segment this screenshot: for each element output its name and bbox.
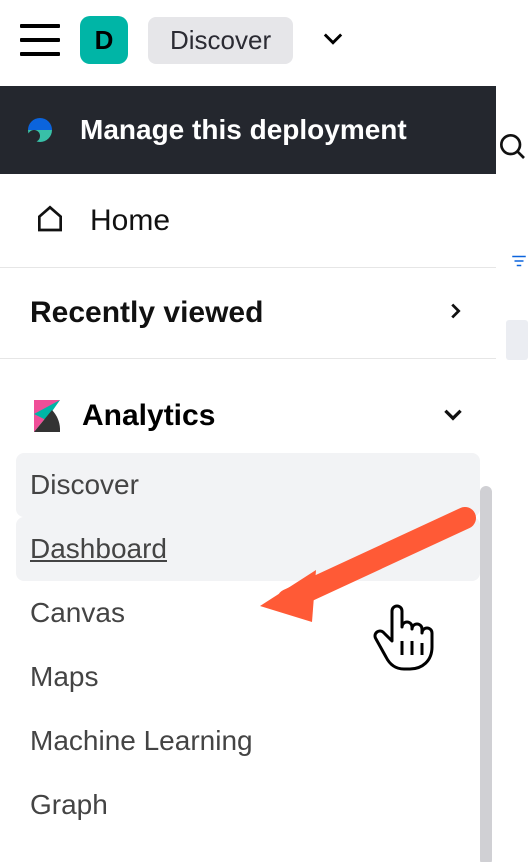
home-icon — [34, 202, 66, 239]
nav-item-dashboard[interactable]: Dashboard — [16, 517, 480, 581]
breadcrumb-current[interactable]: Discover — [148, 17, 293, 64]
kibana-icon — [34, 400, 60, 432]
nav-recently-viewed[interactable]: Recently viewed — [0, 268, 496, 359]
nav-item-maps[interactable]: Maps — [16, 645, 480, 709]
analytics-title: Analytics — [82, 399, 215, 433]
space-letter: D — [95, 25, 114, 56]
manage-deployment-label: Manage this deployment — [80, 114, 407, 146]
nav-item-graph[interactable]: Graph — [16, 773, 480, 837]
nav-panel: Manage this deployment Home Recently vie… — [0, 86, 496, 862]
scrollbar-thumb[interactable] — [480, 486, 492, 862]
breadcrumb-label: Discover — [170, 25, 271, 55]
filter-icon[interactable] — [510, 252, 528, 275]
nav-home[interactable]: Home — [0, 174, 496, 268]
elastic-cloud-icon — [24, 114, 56, 146]
nav-section-analytics: Analytics Discover Dashboard Canvas Maps… — [0, 359, 496, 837]
recently-viewed-label: Recently viewed — [30, 296, 263, 330]
analytics-section-toggle[interactable]: Analytics — [0, 389, 496, 453]
chevron-right-icon — [444, 300, 466, 327]
nav-home-label: Home — [90, 204, 170, 238]
nav-item-discover[interactable]: Discover — [16, 453, 480, 517]
nav-item-machine-learning[interactable]: Machine Learning — [16, 709, 480, 773]
chevron-down-icon — [440, 401, 466, 432]
breadcrumb-chevron-icon[interactable] — [319, 24, 347, 57]
manage-deployment-link[interactable]: Manage this deployment — [0, 86, 496, 174]
space-selector[interactable]: D — [80, 16, 128, 64]
analytics-items: Discover Dashboard Canvas Maps Machine L… — [0, 453, 496, 837]
hamburger-menu-button[interactable] — [20, 24, 60, 56]
search-icon[interactable] — [496, 130, 528, 167]
top-bar: D Discover — [0, 0, 528, 80]
nav-item-canvas[interactable]: Canvas — [16, 581, 480, 645]
panel-edge — [506, 320, 528, 360]
